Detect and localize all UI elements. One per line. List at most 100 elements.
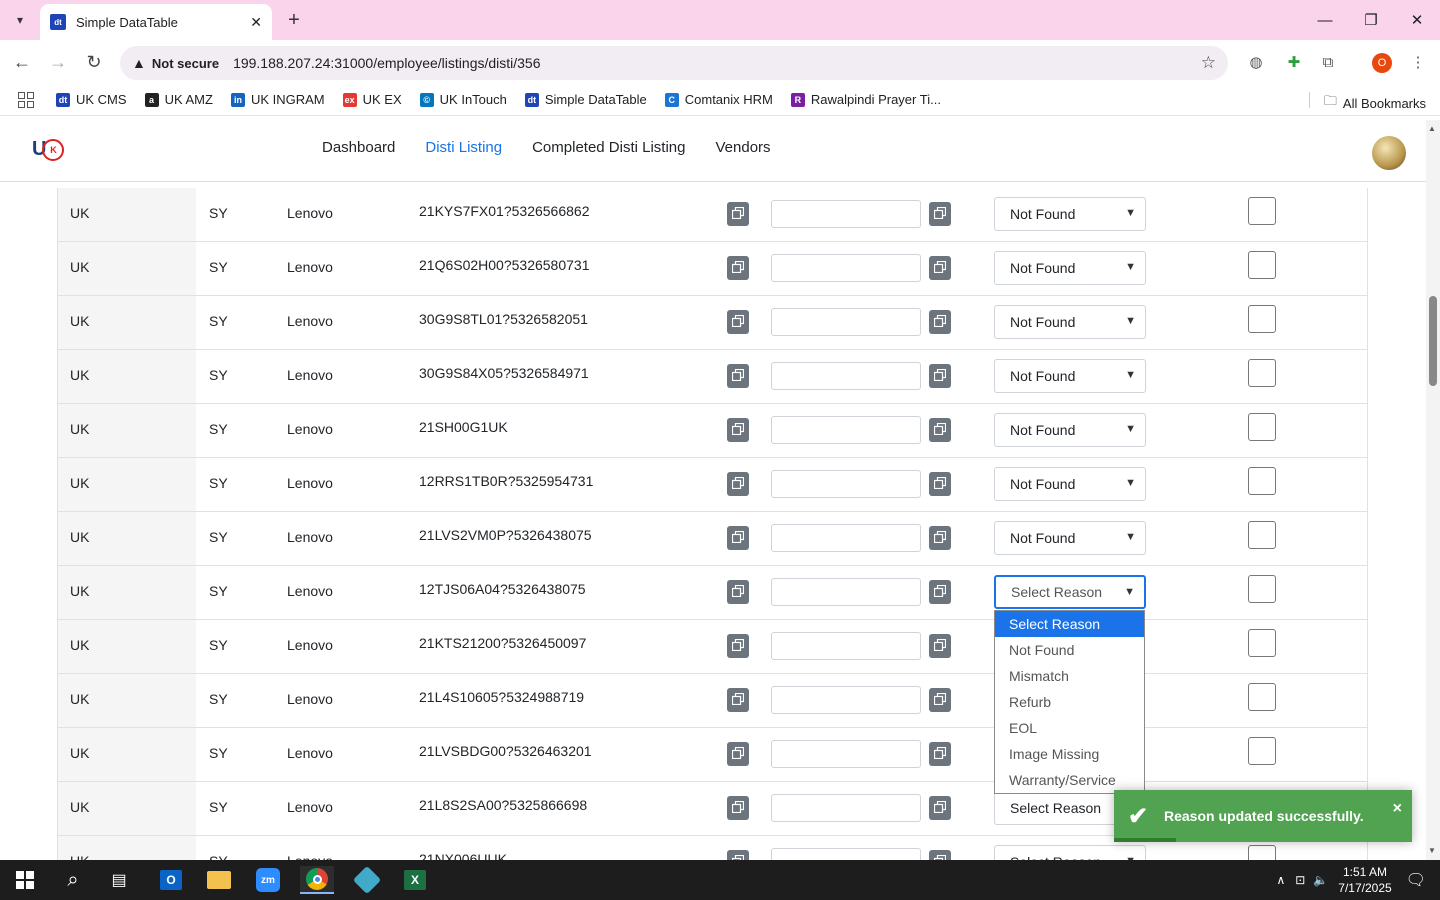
tab-search-chevron-icon[interactable]: ▾ xyxy=(8,8,32,32)
paste-button[interactable] xyxy=(929,688,951,712)
all-bookmarks-button[interactable]: 🗀 All Bookmarks xyxy=(1324,92,1426,114)
link-input[interactable] xyxy=(771,524,921,552)
link-input[interactable] xyxy=(771,578,921,606)
restore-icon[interactable]: ❐ xyxy=(1348,0,1394,40)
row-checkbox[interactable] xyxy=(1248,305,1276,333)
reason-select[interactable]: Not Found ▼ xyxy=(994,305,1146,339)
link-input[interactable] xyxy=(771,740,921,768)
reason-select[interactable]: Not Found ▼ xyxy=(994,359,1146,393)
scroll-down-arrow-icon[interactable]: ▼ xyxy=(1428,846,1436,855)
copy-sku-button[interactable] xyxy=(727,688,749,712)
copy-sku-button[interactable] xyxy=(727,850,749,860)
paste-button[interactable] xyxy=(929,418,951,442)
paste-button[interactable] xyxy=(929,256,951,280)
row-checkbox[interactable] xyxy=(1248,521,1276,549)
reason-select[interactable]: Not Found ▼ xyxy=(994,467,1146,501)
link-input[interactable] xyxy=(771,794,921,822)
link-input[interactable] xyxy=(771,362,921,390)
clock[interactable]: 1:51 AM 7/17/2025 xyxy=(1338,864,1391,896)
reload-icon[interactable]: ↻ xyxy=(82,50,106,74)
back-arrow-icon[interactable]: ← xyxy=(10,50,34,74)
reason-option[interactable]: Not Found xyxy=(995,637,1144,663)
link-input[interactable] xyxy=(771,848,921,860)
nav-link-dashboard[interactable]: Dashboard xyxy=(322,139,395,156)
paste-button[interactable] xyxy=(929,850,951,860)
windows-start-icon[interactable] xyxy=(8,866,42,894)
copy-sku-button[interactable] xyxy=(727,472,749,496)
paste-button[interactable] xyxy=(929,526,951,550)
copy-sku-button[interactable] xyxy=(727,310,749,334)
file-explorer-icon[interactable] xyxy=(202,866,236,894)
close-tab-icon[interactable]: ✕ xyxy=(250,14,262,31)
reason-select[interactable]: Select Reason▼ xyxy=(994,845,1146,860)
bookmark-star-icon[interactable]: ☆ xyxy=(1201,53,1216,73)
browser-menu-icon[interactable]: ⋮ xyxy=(1408,52,1428,72)
extension-puzzle-green-icon[interactable]: ✚ xyxy=(1284,52,1304,72)
reason-option[interactable]: Refurb xyxy=(995,689,1144,715)
copy-sku-button[interactable] xyxy=(727,526,749,550)
tray-chevron-up-icon[interactable]: ∧ xyxy=(1276,873,1285,887)
row-checkbox[interactable] xyxy=(1248,197,1276,225)
paste-button[interactable] xyxy=(929,742,951,766)
reason-dropdown-list[interactable]: Select Reason Not Found Mismatch Refurb EOL I… xyxy=(994,610,1145,794)
network-icon[interactable]: ⊡ xyxy=(1295,873,1305,887)
scrollbar-thumb[interactable] xyxy=(1429,296,1437,386)
row-checkbox[interactable] xyxy=(1248,845,1276,860)
task-view-icon[interactable]: ▤ xyxy=(102,866,136,894)
volume-icon[interactable]: 🔈 xyxy=(1313,873,1328,887)
translate-globe-icon[interactable]: ◍ xyxy=(1246,52,1266,72)
nav-link-disti-listing[interactable]: Disti Listing xyxy=(425,139,502,156)
paste-button[interactable] xyxy=(929,634,951,658)
forward-arrow-icon[interactable]: → xyxy=(46,50,70,74)
link-input[interactable] xyxy=(771,200,921,228)
link-input[interactable] xyxy=(771,308,921,336)
page-scrollbar[interactable]: ▲ ▼ xyxy=(1426,120,1440,860)
apps-grid-icon[interactable] xyxy=(18,91,34,108)
bookmark-item[interactable]: C Comtanix HRM xyxy=(664,92,773,107)
row-checkbox[interactable] xyxy=(1248,737,1276,765)
paste-button[interactable] xyxy=(929,580,951,604)
copy-sku-button[interactable] xyxy=(727,364,749,388)
paste-button[interactable] xyxy=(929,472,951,496)
reason-select[interactable]: Not Found ▼ xyxy=(994,197,1146,231)
row-checkbox[interactable] xyxy=(1248,467,1276,495)
copy-sku-button[interactable] xyxy=(727,742,749,766)
bookmark-item[interactable]: © UK InTouch xyxy=(419,92,507,107)
paste-button[interactable] xyxy=(929,796,951,820)
copy-sku-button[interactable] xyxy=(727,418,749,442)
row-checkbox[interactable] xyxy=(1248,413,1276,441)
reason-select[interactable]: Not Found ▼ xyxy=(994,251,1146,285)
new-tab-button[interactable]: + xyxy=(282,8,306,32)
close-window-icon[interactable]: ✕ xyxy=(1394,0,1440,40)
search-icon[interactable]: ⌕ xyxy=(56,866,90,894)
nav-link-completed-disti-listing[interactable]: Completed Disti Listing xyxy=(532,139,685,156)
browser-tab[interactable]: dt Simple DataTable ✕ xyxy=(40,4,272,40)
paste-button[interactable] xyxy=(929,202,951,226)
notifications-icon[interactable]: 🗨 xyxy=(1406,870,1426,890)
link-input[interactable] xyxy=(771,416,921,444)
nav-link-vendors[interactable]: Vendors xyxy=(716,139,771,156)
row-checkbox[interactable] xyxy=(1248,575,1276,603)
reason-option[interactable]: Image Missing xyxy=(995,741,1144,767)
copy-sku-button[interactable] xyxy=(727,202,749,226)
minimize-icon[interactable]: — xyxy=(1302,0,1348,40)
copy-sku-button[interactable] xyxy=(727,256,749,280)
row-checkbox[interactable] xyxy=(1248,629,1276,657)
paste-button[interactable] xyxy=(929,310,951,334)
link-input[interactable] xyxy=(771,254,921,282)
reason-select[interactable]: Not Found ▼ xyxy=(994,413,1146,447)
excel-icon[interactable]: X xyxy=(398,866,432,894)
link-input[interactable] xyxy=(771,470,921,498)
bookmark-item[interactable]: dt UK CMS xyxy=(56,92,127,107)
zoom-icon[interactable]: zm xyxy=(251,866,285,894)
profile-avatar[interactable]: O xyxy=(1372,53,1392,73)
copy-sku-button[interactable] xyxy=(727,634,749,658)
paste-button[interactable] xyxy=(929,364,951,388)
toast-close-icon[interactable]: × xyxy=(1393,800,1402,818)
address-bar[interactable]: ▲ Not secure 199.188.207.24:31000/employ… xyxy=(120,46,1228,80)
outlook-icon[interactable]: O xyxy=(154,866,188,894)
copy-sku-button[interactable] xyxy=(727,796,749,820)
reason-option[interactable]: Mismatch xyxy=(995,663,1144,689)
reason-select[interactable]: Not Found ▼ xyxy=(994,521,1146,555)
reason-option[interactable]: Select Reason xyxy=(995,611,1144,637)
